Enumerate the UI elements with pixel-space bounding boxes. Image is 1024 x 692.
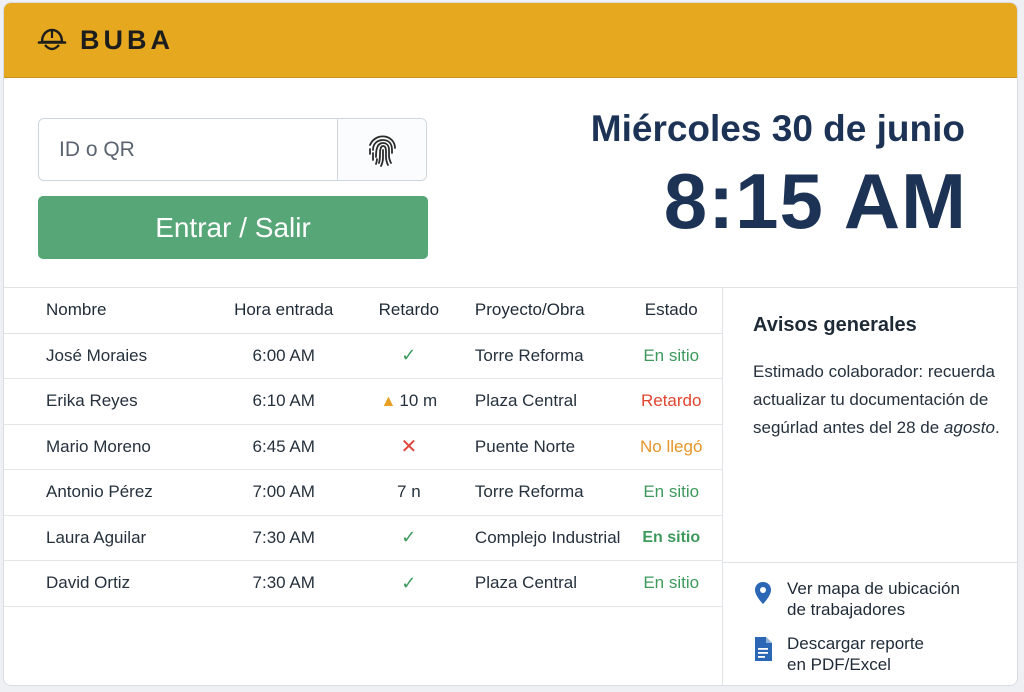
table-row[interactable]: Mario Moreno 6:45 AM ✕ Puente Norte No l… (4, 424, 722, 470)
current-time: 8:15 AM (663, 157, 967, 245)
cell-time: 7:30 AM (200, 515, 367, 561)
cell-name: José Moraies (4, 333, 201, 379)
cell-name: David Ortiz (4, 560, 201, 607)
current-date: Miércoles 30 de junio (590, 108, 965, 149)
table-row[interactable]: Antonio Pérez 7:00 AM 7 n Torre Reforma … (4, 469, 722, 516)
attendance-table-wrap: Nombre Hora entrada Retardo Proyecto/Obr… (4, 288, 722, 607)
check-icon: ✓ (401, 572, 417, 593)
cell-project: Plaza Central (450, 560, 621, 607)
map-link-line2: de trabajadores (787, 600, 906, 619)
header-hora-entrada: Hora entrada (200, 288, 367, 334)
enter-exit-button[interactable]: Entrar / Salir (38, 196, 428, 259)
bottom-area: Nombre Hora entrada Retardo Proyecto/Obr… (4, 288, 1017, 685)
top-bar: BUBA (4, 3, 1017, 78)
table-header-row: Nombre Hora entrada Retardo Proyecto/Obr… (4, 288, 722, 334)
download-report-link[interactable]: Descargar reporte en PDF/Excel (753, 633, 924, 675)
notices-emphasis: agosto (943, 418, 995, 437)
warning-icon: ▲ (380, 393, 397, 411)
fingerprint-icon (369, 135, 396, 167)
id-input-group (38, 118, 427, 181)
cell-time: 6:00 AM (200, 333, 367, 379)
divider (723, 562, 1017, 563)
table-row[interactable]: David Ortiz 7:30 AM ✓ Plaza Central En s… (4, 560, 722, 607)
header-retardo: Retardo (366, 288, 451, 334)
cell-time: 7:30 AM (200, 560, 367, 607)
cell-status: No llegó (620, 424, 722, 470)
table-row[interactable]: José Moraies 6:00 AM ✓ Torre Reforma En … (4, 333, 722, 379)
cell-delay: 7 n (366, 469, 451, 516)
notices-body: Estimado colaborador: recuerda actualiza… (753, 358, 1003, 442)
map-pin-icon (755, 582, 771, 604)
check-icon: ✓ (401, 345, 417, 366)
cell-name: Erika Reyes (4, 378, 201, 425)
download-link-line2: en PDF/Excel (787, 655, 891, 674)
check-icon: ✓ (401, 527, 417, 548)
cell-delay: ✓ (366, 333, 451, 379)
x-icon: ✕ (400, 436, 418, 459)
notices-panel: Avisos generales Estimado colaborador: r… (722, 288, 1017, 685)
cell-name: Mario Moreno (4, 424, 201, 470)
cell-status: En sitio (620, 333, 722, 379)
notices-title: Avisos generales (753, 314, 917, 336)
fingerprint-button[interactable] (337, 119, 426, 180)
cell-project: Puente Norte (450, 424, 621, 470)
header-proyecto: Proyecto/Obra (450, 288, 621, 334)
app-window: BUBA Entrar / Salir Miércoles 30 de juni… (3, 2, 1018, 686)
map-link-line1: Ver mapa de ubicación (787, 579, 960, 598)
map-link-label: Ver mapa de ubicación de trabajadores (787, 578, 960, 620)
cell-time: 7:00 AM (200, 469, 367, 516)
cell-project: Torre Reforma (450, 333, 621, 379)
cell-project: Torre Reforma (450, 469, 621, 516)
cell-project: Complejo Industrial (450, 515, 621, 561)
table-row[interactable]: Laura Aguilar 7:30 AM ✓ Complejo Industr… (4, 515, 722, 561)
helmet-icon (37, 28, 67, 51)
cell-status: En sitio (620, 469, 722, 516)
brand-name: BUBA (80, 24, 174, 55)
download-link-line1: Descargar reporte (787, 634, 925, 653)
cell-delay: ✓ (366, 515, 451, 561)
cell-delay: ▲ 10 m (366, 378, 451, 425)
checkin-panel: Entrar / Salir Miércoles 30 de junio 8:1… (4, 78, 1017, 288)
cell-time: 6:45 AM (200, 424, 367, 470)
id-qr-input[interactable] (39, 119, 337, 180)
table-row[interactable]: Erika Reyes 6:10 AM ▲ 10 m Plaza Central … (4, 378, 722, 425)
cell-time: 6:10 AM (200, 378, 367, 425)
header-estado: Estado (620, 288, 722, 334)
download-link-label: Descargar reporte en PDF/Excel (787, 633, 924, 675)
attendance-table: Nombre Hora entrada Retardo Proyecto/Obr… (4, 288, 722, 607)
cell-delay: ✓ (366, 560, 451, 607)
cell-status: En sitio (620, 560, 722, 607)
cell-status: En sitio (620, 515, 722, 561)
notices-text-end: . (994, 418, 1000, 437)
cell-project: Plaza Central (450, 378, 621, 425)
cell-name: Laura Aguilar (4, 515, 201, 561)
cell-delay: ✕ (366, 424, 451, 470)
cell-name: Antonio Pérez (4, 469, 201, 516)
document-icon (755, 637, 772, 661)
header-nombre: Nombre (4, 288, 201, 334)
map-link[interactable]: Ver mapa de ubicación de trabajadores (753, 578, 960, 620)
cell-status: Retardo (620, 378, 722, 425)
delay-value: 10 m (399, 391, 438, 411)
